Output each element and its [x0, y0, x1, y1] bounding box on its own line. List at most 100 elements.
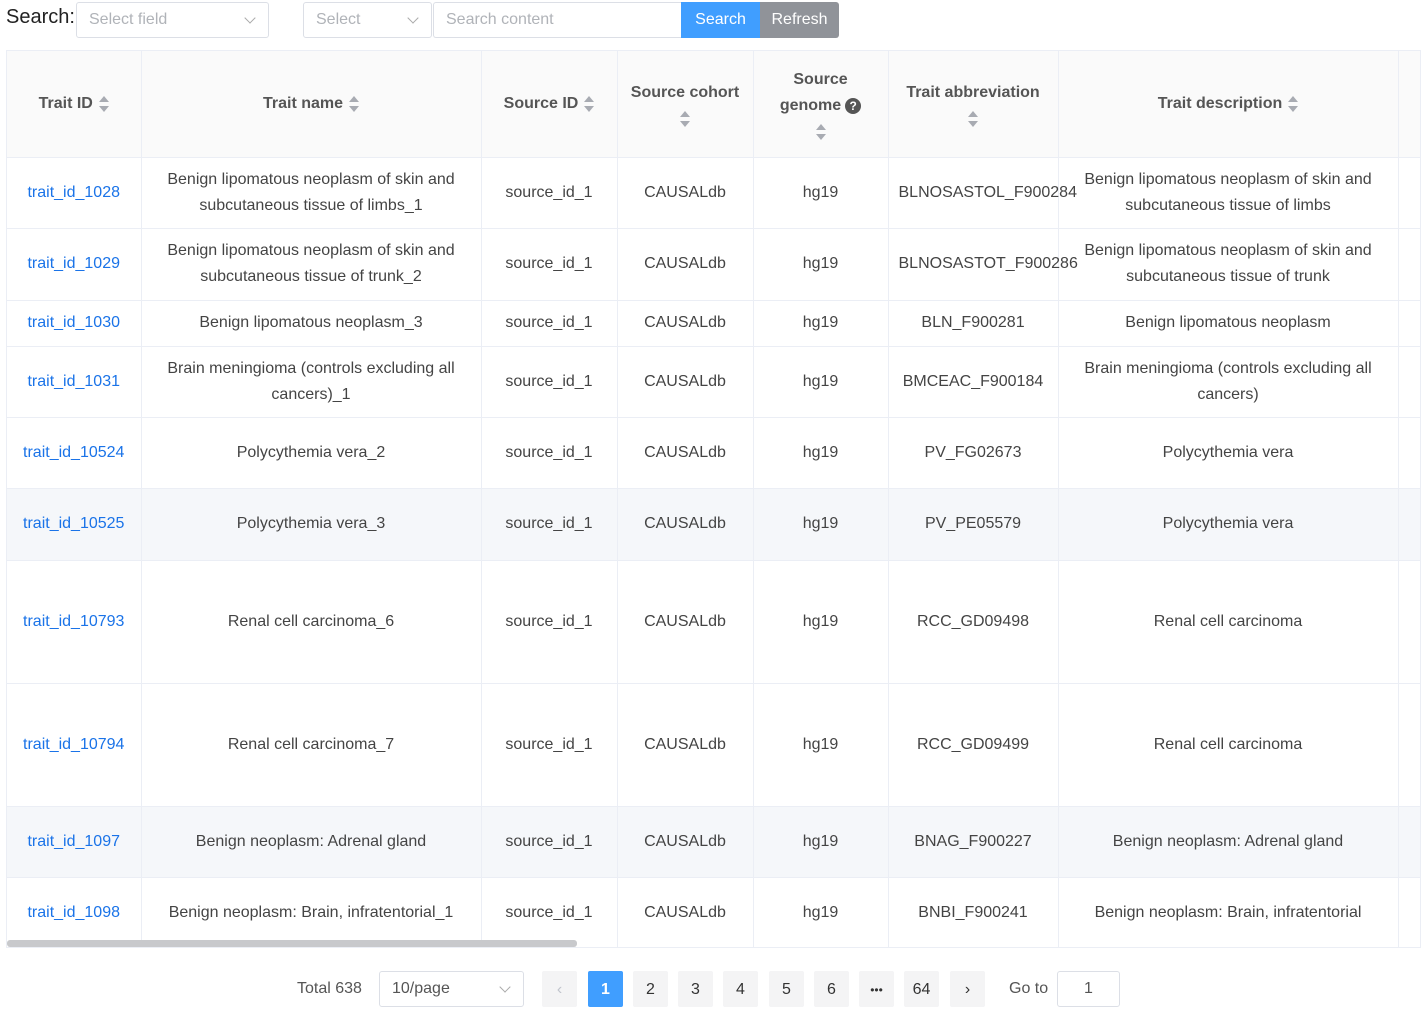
cell-trait-description: Benign neoplasm: Brain, infratentorial: [1058, 877, 1399, 947]
help-icon[interactable]: ?: [845, 97, 862, 114]
column-header-trait-abbreviation[interactable]: Trait abbreviation: [888, 51, 1059, 158]
page-button[interactable]: 4: [723, 971, 758, 1007]
cell-trait-id: trait_id_1028: [7, 157, 142, 229]
page-button[interactable]: 3: [678, 971, 713, 1007]
cell-extra: [1398, 488, 1420, 561]
table-row: trait_id_10794 Renal cell carcinoma_7 so…: [7, 683, 1420, 807]
page-button[interactable]: 5: [769, 971, 804, 1007]
horizontal-scrollbar[interactable]: [7, 940, 577, 947]
goto-page-input[interactable]: [1057, 971, 1120, 1007]
page-size-select[interactable]: 10/page: [379, 971, 524, 1007]
column-header-label: Source ID: [503, 94, 579, 112]
sort-icon[interactable]: [1288, 95, 1299, 113]
cell-extra: [1398, 346, 1420, 418]
sort-icon[interactable]: [349, 95, 360, 113]
cell-trait-abbreviation: BNAG_F900227: [888, 806, 1059, 878]
column-header-label: Trait description: [1157, 94, 1283, 112]
cell-trait-abbreviation: RCC_GD09499: [888, 683, 1059, 807]
column-header-source-cohort[interactable]: Source cohort: [617, 51, 754, 158]
cell-trait-id: trait_id_10524: [7, 417, 142, 489]
cell-source-genome: hg19: [753, 488, 889, 561]
operator-select-placeholder: Select: [316, 11, 361, 28]
cell-trait-abbreviation: BLNOSASTOL_F900284: [888, 157, 1077, 229]
trait-id-link[interactable]: trait_id_1028: [27, 184, 120, 201]
trait-id-link[interactable]: trait_id_10794: [23, 736, 124, 753]
cell-source-genome: hg19: [753, 683, 889, 807]
cell-source-id: source_id_1: [481, 346, 618, 418]
trait-id-link[interactable]: trait_id_10525: [23, 515, 124, 532]
column-header-source-id[interactable]: Source ID: [481, 51, 618, 158]
refresh-button[interactable]: Refresh: [760, 2, 839, 38]
column-header-label: Trait ID: [38, 94, 93, 112]
sort-icon[interactable]: [680, 110, 690, 128]
cell-source-genome: hg19: [753, 157, 889, 229]
cell-source-id: source_id_1: [481, 300, 618, 347]
cell-source-cohort: CAUSALdb: [617, 683, 754, 807]
cell-trait-name: Polycythemia vera_2: [141, 417, 482, 489]
page-button[interactable]: 2: [633, 971, 668, 1007]
cell-source-genome: hg19: [753, 300, 889, 347]
cell-trait-name: Benign lipomatous neoplasm of skin and s…: [141, 157, 482, 229]
cell-trait-name: Renal cell carcinoma_7: [141, 683, 482, 807]
search-button[interactable]: Search: [681, 2, 760, 38]
trait-id-link[interactable]: trait_id_1029: [27, 255, 120, 272]
column-header-source-genome[interactable]: Source genome?: [753, 51, 889, 158]
cell-trait-description: Benign lipomatous neoplasm of skin and s…: [1058, 228, 1399, 301]
cell-source-id: source_id_1: [481, 157, 618, 229]
trait-id-link[interactable]: trait_id_10793: [23, 613, 124, 630]
cell-extra: [1398, 806, 1420, 878]
cell-source-genome: hg19: [753, 560, 889, 684]
cell-trait-abbreviation: RCC_GD09498: [888, 560, 1059, 684]
field-select[interactable]: Select field: [76, 2, 269, 38]
column-header-trait-name[interactable]: Trait name: [141, 51, 482, 158]
cell-source-id: source_id_1: [481, 417, 618, 489]
trait-id-link[interactable]: trait_id_1097: [27, 833, 120, 850]
cell-source-genome: hg19: [753, 346, 889, 418]
cell-source-id: source_id_1: [481, 683, 618, 807]
total-count: Total 638: [297, 980, 362, 997]
cell-source-cohort: CAUSALdb: [617, 806, 754, 878]
more-pages-button[interactable]: •••: [859, 971, 894, 1007]
cell-trait-abbreviation: BMCEAC_F900184: [888, 346, 1059, 418]
cell-extra: [1398, 560, 1420, 684]
next-page-button[interactable]: ›: [950, 971, 985, 1007]
trait-id-link[interactable]: trait_id_1031: [27, 373, 120, 390]
last-page-button[interactable]: 64: [904, 971, 939, 1007]
cell-source-id: source_id_1: [481, 806, 618, 878]
operator-select[interactable]: Select: [303, 2, 432, 38]
trait-id-link[interactable]: trait_id_1098: [27, 904, 120, 921]
table-row: trait_id_10525 Polycythemia vera_3 sourc…: [7, 488, 1420, 561]
cell-source-id: source_id_1: [481, 560, 618, 684]
column-header-label: Source genome: [779, 70, 848, 114]
sort-icon[interactable]: [968, 110, 978, 128]
sort-icon[interactable]: [815, 123, 826, 141]
search-input[interactable]: [433, 2, 682, 38]
cell-extra: [1398, 683, 1420, 807]
cell-trait-description: Brain meningioma (controls excluding all…: [1058, 346, 1399, 418]
sort-icon[interactable]: [584, 95, 595, 113]
cell-source-genome: hg19: [753, 228, 889, 301]
column-header-trait-id[interactable]: Trait ID: [7, 51, 142, 158]
column-header-trait-description[interactable]: Trait description: [1058, 51, 1399, 158]
page-button[interactable]: 1: [588, 971, 623, 1007]
cell-source-genome: hg19: [753, 877, 889, 947]
chevron-down-icon: [407, 12, 419, 24]
cell-source-cohort: CAUSALdb: [617, 228, 754, 301]
prev-page-button[interactable]: ‹: [542, 971, 577, 1007]
sort-icon[interactable]: [98, 95, 109, 113]
cell-trait-abbreviation: BLNOSASTOT_F900286: [888, 228, 1078, 301]
table-row: trait_id_1098 Benign neoplasm: Brain, in…: [7, 877, 1420, 947]
cell-extra: [1398, 300, 1420, 347]
trait-id-link[interactable]: trait_id_1030: [27, 314, 120, 331]
page-button[interactable]: 6: [814, 971, 849, 1007]
cell-trait-id: trait_id_1030: [7, 300, 142, 347]
table-row: trait_id_10793 Renal cell carcinoma_6 so…: [7, 560, 1420, 684]
field-select-placeholder: Select field: [89, 11, 168, 28]
trait-id-link[interactable]: trait_id_10524: [23, 444, 124, 461]
cell-trait-name: Benign lipomatous neoplasm of skin and s…: [141, 228, 482, 301]
cell-source-id: source_id_1: [481, 488, 618, 561]
chevron-down-icon: [244, 12, 256, 24]
cell-trait-abbreviation: PV_FG02673: [888, 417, 1059, 489]
cell-extra: [1398, 877, 1420, 947]
cell-trait-id: trait_id_1031: [7, 346, 142, 418]
